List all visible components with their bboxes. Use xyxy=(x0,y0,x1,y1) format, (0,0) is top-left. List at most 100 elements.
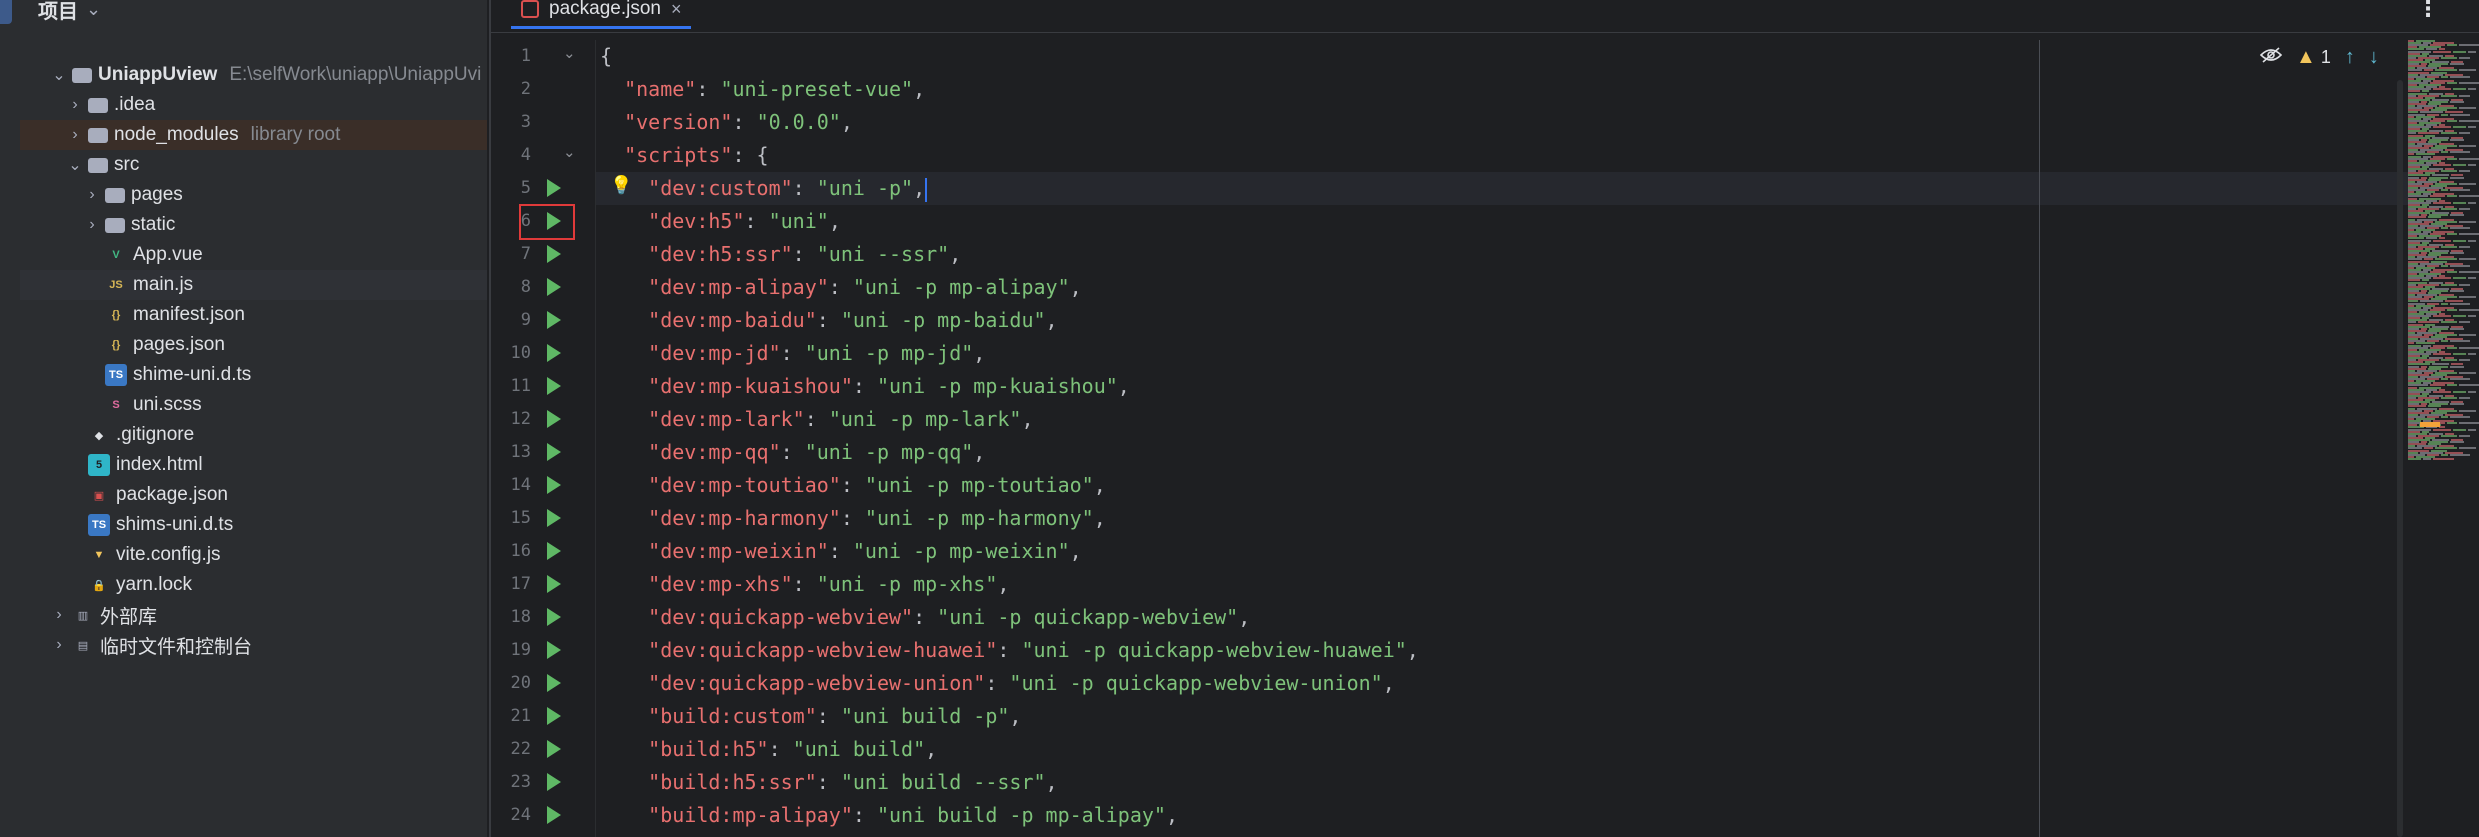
chevron-down-icon[interactable]: ⌄ xyxy=(66,155,84,175)
code-line[interactable]: "dev:mp-toutiao": "uni -p mp-toutiao", xyxy=(596,469,2409,502)
tree-item-label: .gitignore xyxy=(116,424,195,445)
code-line[interactable]: "dev:mp-kuaishou": "uni -p mp-kuaishou", xyxy=(596,370,2409,403)
run-script-icon[interactable] xyxy=(547,377,561,395)
tree-item[interactable]: ⌄ src xyxy=(20,150,487,180)
code-line[interactable]: "build:h5:ssr": "uni build --ssr", xyxy=(596,766,2409,799)
tree-item[interactable]: {} pages.json xyxy=(20,330,487,360)
chevron-right-icon[interactable]: › xyxy=(50,606,68,624)
run-script-icon[interactable] xyxy=(547,245,561,263)
editor-gutter: 1 ⌄ 2 3 4 ⌄ 5 6 7 8 9 10 11 12 13 14 15 16 17 18 19 20 21 22 23 2… xyxy=(491,40,595,837)
tree-item[interactable]: › node_modules library root xyxy=(20,120,487,150)
run-script-icon[interactable] xyxy=(547,608,561,626)
code-line[interactable]: "dev:quickapp-webview-huawei": "uni -p q… xyxy=(596,634,2409,667)
code-line[interactable]: "dev:quickapp-webview-union": "uni -p qu… xyxy=(596,667,2409,700)
warning-indicator[interactable]: ▲ 1 xyxy=(2296,46,2331,69)
code-line[interactable]: "build:custom": "uni build -p", xyxy=(596,700,2409,733)
run-script-icon[interactable] xyxy=(547,179,561,197)
code-line[interactable]: { xyxy=(596,40,2409,73)
tree-item[interactable]: › ▤ 临时文件和控制台 xyxy=(20,630,487,660)
code-line[interactable]: "build:h5": "uni build", xyxy=(596,733,2409,766)
line-number: 23 xyxy=(510,772,531,792)
tree-item[interactable]: ▼ vite.config.js xyxy=(20,540,487,570)
tree-item-label: static xyxy=(131,214,176,235)
code-line[interactable]: "dev:mp-xhs": "uni -p mp-xhs", xyxy=(596,568,2409,601)
arrow-down-icon[interactable]: ↓ xyxy=(2369,46,2379,69)
minimap-line xyxy=(2441,208,2457,210)
chevron-down-icon[interactable]: ⌄ xyxy=(86,0,101,20)
tree-item[interactable]: 5 index.html xyxy=(20,450,487,480)
tree-item[interactable]: {} manifest.json xyxy=(20,300,487,330)
code-line[interactable]: "dev:mp-baidu": "uni -p mp-baidu", xyxy=(596,304,2409,337)
minimap-line xyxy=(2447,157,2457,160)
run-script-icon[interactable] xyxy=(547,707,561,725)
code-line[interactable]: "dev:mp-jd": "uni -p mp-jd", xyxy=(596,337,2409,370)
code-line[interactable]: "dev:mp-lark": "uni -p mp-lark", xyxy=(596,403,2409,436)
code-line[interactable]: "version": "0.0.0", xyxy=(596,106,2409,139)
code-line[interactable]: "dev:h5:ssr": "uni --ssr", xyxy=(596,238,2409,271)
code-line[interactable]: "dev:custom": "uni -p", xyxy=(596,172,2409,205)
eye-off-icon[interactable] xyxy=(2259,47,2283,68)
run-script-icon[interactable] xyxy=(547,575,561,593)
tree-item-label: shime-uni.d.ts xyxy=(133,364,252,385)
run-script-icon[interactable] xyxy=(547,344,561,362)
tree-item[interactable]: JS main.js xyxy=(20,270,487,300)
tree-item[interactable]: › static xyxy=(20,210,487,240)
more-vertical-icon[interactable]: ⋮ xyxy=(2417,0,2439,22)
chevron-right-icon[interactable]: › xyxy=(66,126,84,144)
chevron-right-icon[interactable]: › xyxy=(66,96,84,114)
tree-item[interactable]: TS shime-uni.d.ts xyxy=(20,360,487,390)
tree-item[interactable]: Suni.scss xyxy=(20,390,487,420)
tree-item[interactable]: › .idea xyxy=(20,90,487,120)
tree-item[interactable]: ⌄ UniappUview E:\selfWork\uniapp\UniappUvi xyxy=(20,60,487,90)
project-tool-button[interactable] xyxy=(0,0,12,24)
fold-icon[interactable]: ⌄ xyxy=(563,143,576,161)
code-line[interactable]: "dev:quickapp-webview": "uni -p quickapp… xyxy=(596,601,2409,634)
code-line[interactable]: "scripts": { xyxy=(596,139,2409,172)
run-script-icon[interactable] xyxy=(547,806,561,824)
minimap-line xyxy=(2453,88,2466,91)
code-line[interactable]: "build:mp-alipay": "uni build -p mp-alip… xyxy=(596,799,2409,832)
run-script-icon[interactable] xyxy=(547,509,561,527)
run-script-icon[interactable] xyxy=(547,674,561,692)
chevron-right-icon[interactable]: › xyxy=(50,636,68,654)
minimap-line xyxy=(2453,390,2466,393)
code-line[interactable]: "dev:mp-weixin": "uni -p mp-weixin", xyxy=(596,535,2409,568)
tab-package-json[interactable]: package.json × xyxy=(511,0,692,29)
fold-icon[interactable]: ⌄ xyxy=(563,44,576,62)
minimap-line xyxy=(2433,50,2451,53)
run-script-icon[interactable] xyxy=(547,641,561,659)
tree-item[interactable]: 🔒 yarn.lock xyxy=(20,570,487,600)
code-line[interactable]: "dev:mp-harmony": "uni -p mp-harmony", xyxy=(596,502,2409,535)
tree-item[interactable]: ▣ package.json xyxy=(20,480,487,510)
code-area[interactable]: { "name": "uni-preset-vue", "version": "… xyxy=(596,40,2409,837)
run-script-icon[interactable] xyxy=(547,773,561,791)
chevron-right-icon[interactable]: › xyxy=(83,216,101,234)
minimap-line xyxy=(2447,119,2457,122)
code-line[interactable]: "dev:mp-qq": "uni -p mp-qq", xyxy=(596,436,2409,469)
run-script-icon[interactable] xyxy=(547,278,561,296)
arrow-up-icon[interactable]: ↑ xyxy=(2345,46,2355,69)
code-line[interactable]: "dev:mp-alipay": "uni -p mp-alipay", xyxy=(596,271,2409,304)
run-script-icon[interactable] xyxy=(547,740,561,758)
run-script-icon[interactable] xyxy=(547,476,561,494)
minimap-line xyxy=(2441,245,2457,248)
vertical-scrollbar[interactable] xyxy=(2397,80,2403,837)
chevron-down-icon[interactable]: ⌄ xyxy=(50,65,68,85)
code-line[interactable]: "dev:h5": "uni", xyxy=(596,205,2409,238)
tree-item[interactable]: V App.vue xyxy=(20,240,487,270)
code-line[interactable]: "name": "uni-preset-vue", xyxy=(596,73,2409,106)
run-script-icon[interactable] xyxy=(547,410,561,428)
tree-item[interactable]: ◆ .gitignore xyxy=(20,420,487,450)
minimap-line xyxy=(2468,126,2476,129)
tree-item[interactable]: › pages xyxy=(20,180,487,210)
minimap-line xyxy=(2441,434,2457,437)
lightbulb-icon[interactable]: 💡 xyxy=(610,175,632,196)
close-icon[interactable]: × xyxy=(671,0,682,20)
tree-item[interactable]: TS shims-uni.d.ts xyxy=(20,510,487,540)
project-panel-header[interactable]: 项目 ⌄ xyxy=(38,0,101,23)
run-script-icon[interactable] xyxy=(547,311,561,329)
run-script-icon[interactable] xyxy=(547,443,561,461)
tree-item[interactable]: › ▥ 外部库 xyxy=(20,600,487,630)
run-script-icon[interactable] xyxy=(547,542,561,560)
chevron-right-icon[interactable]: › xyxy=(83,186,101,204)
